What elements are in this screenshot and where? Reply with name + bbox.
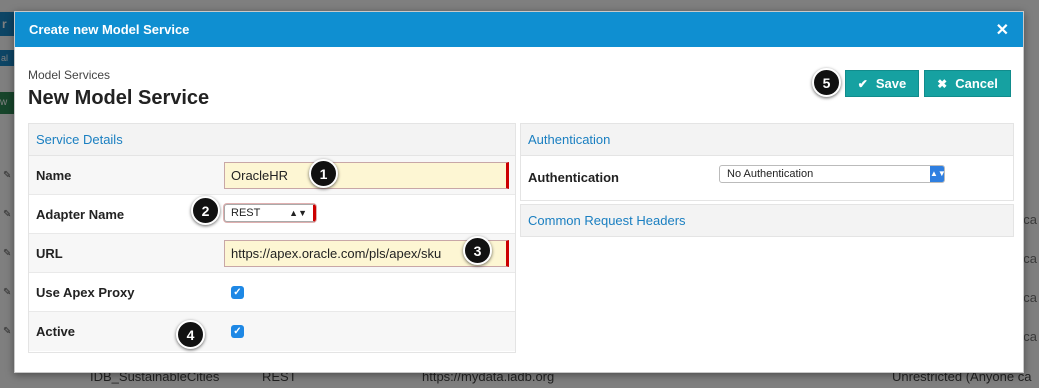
callout-marker: 4 bbox=[176, 320, 205, 349]
close-icon[interactable]: ✕ bbox=[996, 20, 1009, 40]
save-button-label: Save bbox=[875, 76, 907, 91]
callout-marker: 2 bbox=[191, 196, 220, 225]
adapter-name-value: REST bbox=[231, 207, 261, 219]
close-icon: ✖ bbox=[937, 76, 948, 91]
cancel-button-label: Cancel bbox=[955, 76, 998, 91]
authentication-value: No Authentication bbox=[727, 168, 814, 180]
name-row: Name bbox=[29, 156, 515, 195]
check-icon: ✔ bbox=[857, 76, 868, 91]
updown-arrow-icon: ▲▼ bbox=[289, 208, 307, 218]
active-checkbox[interactable]: ✓ bbox=[231, 325, 244, 338]
cancel-button[interactable]: ✖ Cancel bbox=[924, 70, 1011, 97]
authentication-row: Authentication No Authentication ▲▼ bbox=[521, 156, 1013, 200]
common-request-headers-panel[interactable]: Common Request Headers bbox=[520, 204, 1014, 237]
service-details-panel: Service Details Name Adapter Name REST ▲… bbox=[28, 123, 516, 353]
page-header: Model Services New Model Service bbox=[28, 68, 209, 110]
create-model-service-dialog: Create new Model Service ✕ Model Service… bbox=[14, 11, 1024, 373]
url-label: URL bbox=[36, 246, 63, 261]
url-row: URL bbox=[29, 234, 515, 273]
callout-marker: 3 bbox=[463, 236, 492, 265]
active-row: Active ✓ bbox=[29, 312, 515, 351]
dialog-title: Create new Model Service bbox=[29, 22, 190, 37]
common-request-headers-heading[interactable]: Common Request Headers bbox=[521, 205, 1013, 236]
callout-marker: 5 bbox=[812, 68, 841, 97]
service-details-heading: Service Details bbox=[29, 124, 515, 156]
authentication-label: Authentication bbox=[528, 170, 619, 185]
use-apex-proxy-label: Use Apex Proxy bbox=[36, 285, 135, 300]
authentication-panel: Authentication Authentication No Authent… bbox=[520, 123, 1014, 201]
dialog-header: Create new Model Service ✕ bbox=[15, 12, 1023, 47]
authentication-select[interactable]: No Authentication ▲▼ bbox=[719, 165, 946, 183]
use-apex-proxy-row: Use Apex Proxy ✓ bbox=[29, 273, 515, 312]
name-label: Name bbox=[36, 168, 72, 183]
callout-marker: 1 bbox=[309, 159, 338, 188]
name-input[interactable] bbox=[224, 162, 509, 189]
page-title: New Model Service bbox=[28, 87, 210, 109]
service-details-form: Name Adapter Name REST ▲▼ URL Use Apex P… bbox=[29, 156, 515, 351]
save-button[interactable]: ✔ Save bbox=[845, 70, 919, 97]
adapter-name-label: Adapter Name bbox=[36, 207, 125, 222]
adapter-name-select[interactable]: REST ▲▼ bbox=[224, 204, 316, 222]
breadcrumb[interactable]: Model Services bbox=[28, 68, 209, 82]
updown-arrow-icon: ▲▼ bbox=[930, 166, 946, 182]
use-apex-proxy-checkbox[interactable]: ✓ bbox=[231, 286, 244, 299]
active-label: Active bbox=[36, 324, 76, 339]
adapter-row: Adapter Name REST ▲▼ bbox=[29, 195, 515, 234]
authentication-heading: Authentication bbox=[521, 124, 1013, 156]
